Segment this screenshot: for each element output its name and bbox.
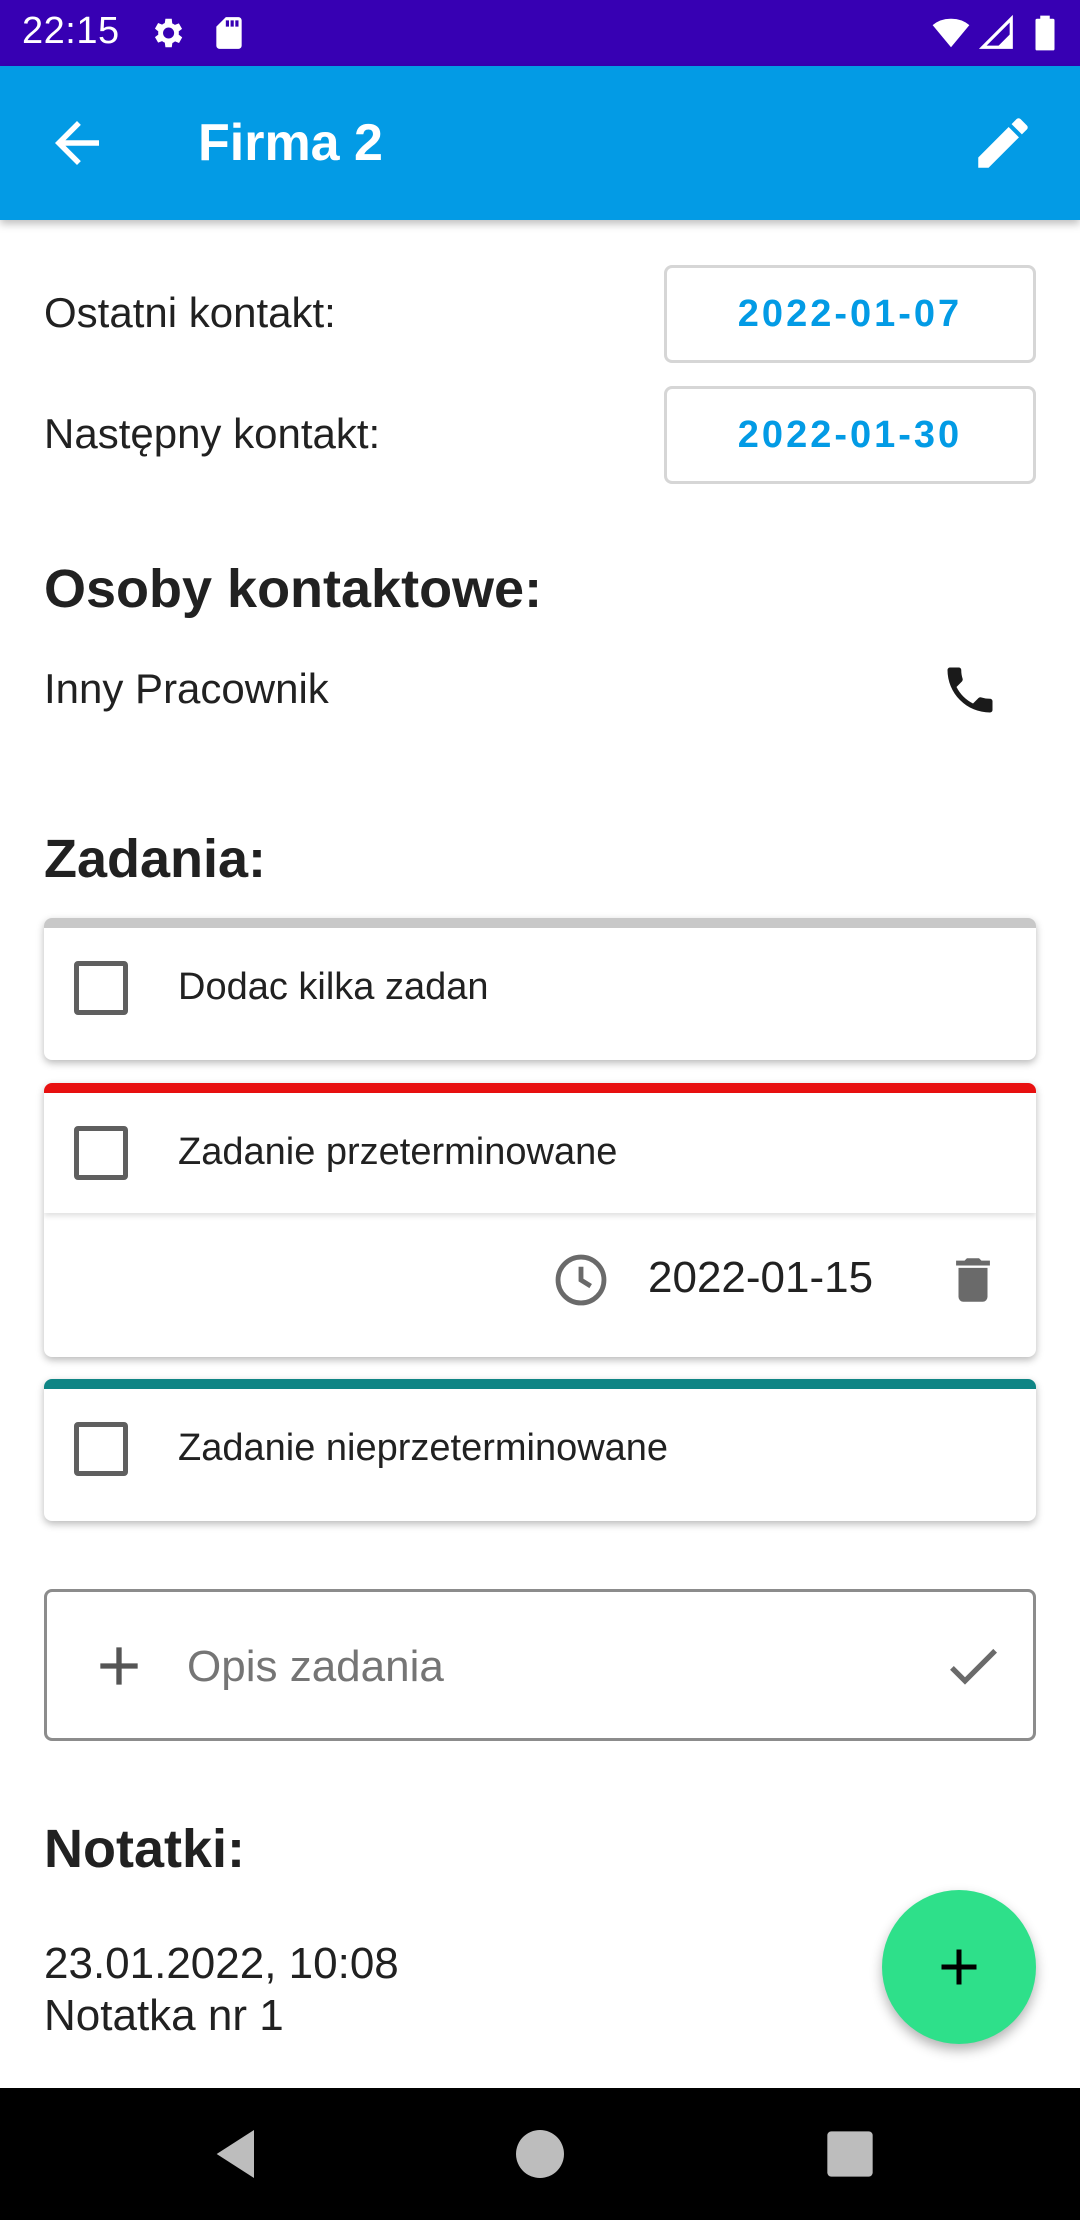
arrow-back-icon[interactable] [44,110,110,176]
task-text[interactable]: Zadanie nieprzeterminowane [178,1427,668,1470]
task-color-strip [44,918,1036,928]
settings-icon [154,18,183,48]
task-card: Dodac kilka zadan [44,918,1036,1060]
task-checkbox[interactable] [74,1422,128,1476]
person-name[interactable]: Inny Pracownik [44,665,329,713]
system-nav-bar [0,2088,1080,2220]
wifi-icon [932,18,970,48]
last-contact-label: Ostatni kontakt: [44,289,336,336]
status-time: 22:15 [22,10,120,52]
plus-icon [941,1949,977,1985]
task-card-expanded: Zadanie przeterminowane 2022-01-15 [44,1083,1036,1357]
note-text: Notatka nr 1 [44,1991,284,2040]
tasks-section-title: Zadania: [44,829,267,889]
task-details: 2022-01-15 [44,1213,1036,1343]
task-color-strip [44,1083,1036,1093]
home-circle-icon[interactable] [508,2122,572,2186]
plus-icon[interactable] [87,1634,151,1698]
app-bar: Firma 2 [0,66,1080,220]
check-icon[interactable] [941,1634,1005,1698]
status-bar: 22:15 [0,0,1080,66]
task-color-strip [44,1379,1036,1389]
back-triangle-icon[interactable] [206,2122,270,2186]
add-note-fab[interactable] [882,1890,1036,2044]
trash-icon[interactable] [944,1251,1002,1309]
note-timestamp: 23.01.2022, 10:08 [44,1939,399,1988]
persons-section-title: Osoby kontaktowe: [44,559,543,619]
page-title: Firma 2 [198,114,383,172]
notes-section-title: Notatki: [44,1819,245,1879]
task-text[interactable]: Dodac kilka zadan [178,966,489,1009]
task-checkbox[interactable] [74,1126,128,1180]
task-text[interactable]: Zadanie przeterminowane [178,1131,617,1174]
battery-icon [1035,15,1055,51]
note-item[interactable]: 23.01.2022, 10:08 Notatka nr 1 [44,1938,399,2042]
recents-square-icon[interactable] [818,2122,882,2186]
clock-icon[interactable] [552,1251,610,1309]
task-checkbox[interactable] [74,961,128,1015]
next-contact-date-button[interactable]: 2022-01-30 [664,386,1036,484]
phone-icon[interactable] [940,660,1000,720]
new-task-input[interactable] [187,1632,947,1702]
edit-pencil-icon[interactable] [970,110,1036,176]
signal-icon [978,14,1013,49]
next-contact-label: Następny kontakt: [44,410,381,457]
task-due-date[interactable]: 2022-01-15 [648,1253,873,1303]
task-card: Zadanie nieprzeterminowane [44,1379,1036,1521]
last-contact-date-button[interactable]: 2022-01-07 [664,265,1036,363]
sd-card-icon [216,17,242,49]
new-task-field [44,1589,1036,1741]
